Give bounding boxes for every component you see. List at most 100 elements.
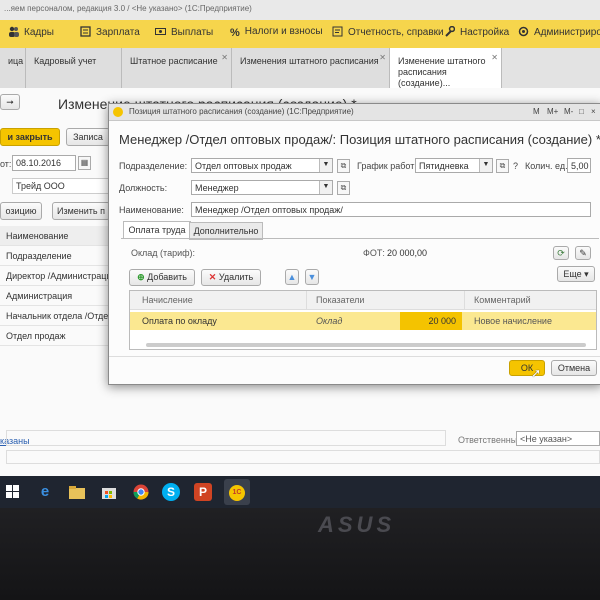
tab-hr-accounting[interactable]: Кадровый учет [26,48,122,88]
table-header: Наименование [0,226,112,246]
open-link-icon[interactable]: ⧉ [496,159,509,173]
position-field[interactable]: Менеджер ▼ [191,180,333,195]
open-link-icon[interactable]: ⧉ [337,159,350,173]
calendar-icon[interactable]: ▦ [78,156,91,170]
laptop-bezel: ASUS [0,508,600,600]
people-icon [8,26,19,37]
delete-icon: ✕ [208,272,217,282]
name-field[interactable]: Менеджер /Отдел оптовых продаж/ [191,202,591,217]
tab-pay[interactable]: Оплата труда [123,221,191,239]
delete-button[interactable]: ✕ Удалить [201,269,261,286]
date-label: от: [0,159,12,169]
menu-item-settings[interactable]: Настройка [444,25,509,38]
chevron-down-icon[interactable]: ▼ [479,159,492,172]
pencil-icon[interactable]: ✎ [575,246,591,260]
1c-logo-icon [113,107,123,117]
close-icon[interactable]: ✕ [221,52,228,63]
back-button[interactable]: ➞ [0,94,20,110]
skype-icon[interactable]: S [162,483,180,501]
organization-field[interactable]: Трейд ООО [12,178,110,194]
subdivision-field[interactable]: Отдел оптовых продаж ▼ [191,158,333,173]
write-button[interactable]: Записа [66,128,110,146]
horizontal-scrollbar[interactable] [146,343,586,347]
save-and-close-button[interactable]: и закрыть [0,128,60,146]
memory-plus-button[interactable]: M+ [547,104,558,120]
windows-taskbar: e S P 1C [0,476,600,508]
chevron-down-icon[interactable]: ▼ [319,181,332,194]
dialog-heading: Менеджер /Отдел оптовых продаж/: Позиция… [119,132,600,147]
powerpoint-icon[interactable]: P [194,483,212,501]
indicator-cell[interactable]: Оклад [316,316,342,326]
tab-staff-schedule[interactable]: Штатное расписание ✕ [122,48,232,88]
dialog-titlebar: Позиция штатного расписания (создание) (… [109,104,600,121]
col-divider [306,291,307,309]
payments-icon [155,26,166,37]
accruals-table: Начисление Показатели Комментарий Оплата… [129,290,597,350]
col-divider [464,291,465,309]
salary-icon [80,26,91,37]
subdivision-label: Подразделение: [119,161,188,171]
cancel-button[interactable]: Отмена [551,360,597,376]
edge-icon[interactable]: e [34,481,56,503]
refresh-icon[interactable]: ⟳ [553,246,569,260]
maximize-button[interactable]: □ [579,104,584,120]
1c-icon[interactable]: 1C [224,479,250,505]
accrual-cell[interactable]: Оплата по окладу [142,316,217,326]
open-tabs-bar: ица Кадровый учет Штатное расписание ✕ Из… [0,48,600,89]
add-button[interactable]: ⊕ Добавить [129,269,195,286]
change-position-button[interactable]: Изменить п [52,202,110,220]
schedule-label: График работы: [357,161,424,171]
staff-position-dialog: Позиция штатного расписания (создание) (… [108,103,600,385]
menu-item-staff[interactable]: Кадры [8,26,54,38]
table-row[interactable]: Администрация [0,286,112,306]
chevron-down-icon[interactable]: ▼ [319,159,332,172]
menu-item-salary[interactable]: Зарплата [80,26,140,38]
window-title: ...яем персоналом, редакция 3.0 / <Не ук… [4,4,252,13]
responsible-field[interactable]: <Не указан> [516,431,600,446]
main-menubar: Кадры Зарплата Выплаты % Налоги и взносы … [0,20,600,48]
menu-item-reports[interactable]: Отчетность, справки [332,26,444,38]
store-icon[interactable] [98,481,120,503]
amount-cell[interactable]: 20 000 [400,312,462,330]
tab-schedule-changes[interactable]: Изменения штатного расписания ✕ [232,48,390,88]
table-row[interactable]: Подразделение [0,246,112,266]
mouse-cursor-icon: ➚ [531,366,542,380]
close-icon[interactable]: ✕ [491,52,498,63]
col-accrual-header: Начисление [142,295,193,305]
footer-divider [109,356,600,357]
memory-minus-button[interactable]: M- [564,104,573,120]
move-down-icon[interactable]: ▼ [305,269,319,285]
window-titlebar: ...яем персоналом, редакция 3.0 / <Не ук… [0,0,600,20]
windows-start-icon[interactable] [2,481,24,503]
add-position-button[interactable]: озицию [0,202,42,220]
table-row[interactable]: Начальник отдела /Отде [0,306,112,326]
more-button[interactable]: Еще ▾ [557,266,595,282]
dialog-title: Позиция штатного расписания (создание) (… [129,107,354,116]
date-field[interactable]: 08.10.2016 [12,155,76,171]
rate-field[interactable]: 5,00 [567,158,591,173]
menu-item-admin[interactable]: Администриров [518,26,600,38]
close-icon[interactable]: × [591,104,596,120]
help-icon[interactable]: ? [513,161,518,171]
comment-field[interactable] [6,430,446,446]
menu-item-taxes[interactable]: % Налоги и взносы [230,26,323,39]
table-row[interactable]: Директор /Администрация [0,266,112,286]
open-link-icon[interactable]: ⧉ [337,181,350,195]
move-up-icon[interactable]: ▲ [285,269,299,285]
close-icon[interactable]: ✕ [379,52,386,63]
asus-logo: ASUS [318,512,396,537]
wrench-icon [444,25,456,37]
table-row[interactable]: Отдел продаж [0,326,112,346]
chrome-icon[interactable] [130,481,152,503]
menu-item-payments[interactable]: Выплаты [155,26,213,38]
tab-partial[interactable]: ица [0,48,26,88]
comment-cell[interactable]: Новое начисление [474,316,552,326]
name-label: Наименование: [119,205,184,215]
admin-icon [518,26,529,37]
reports-icon [332,26,343,37]
work-schedule-field[interactable]: Пятидневка ▼ [415,158,493,173]
tab-schedule-change-create[interactable]: Изменение штатного расписания (создание)… [390,48,502,88]
memory-button[interactable]: M [533,104,540,120]
file-explorer-icon[interactable] [66,481,88,503]
fot-value: 20 000,00 [387,248,428,258]
